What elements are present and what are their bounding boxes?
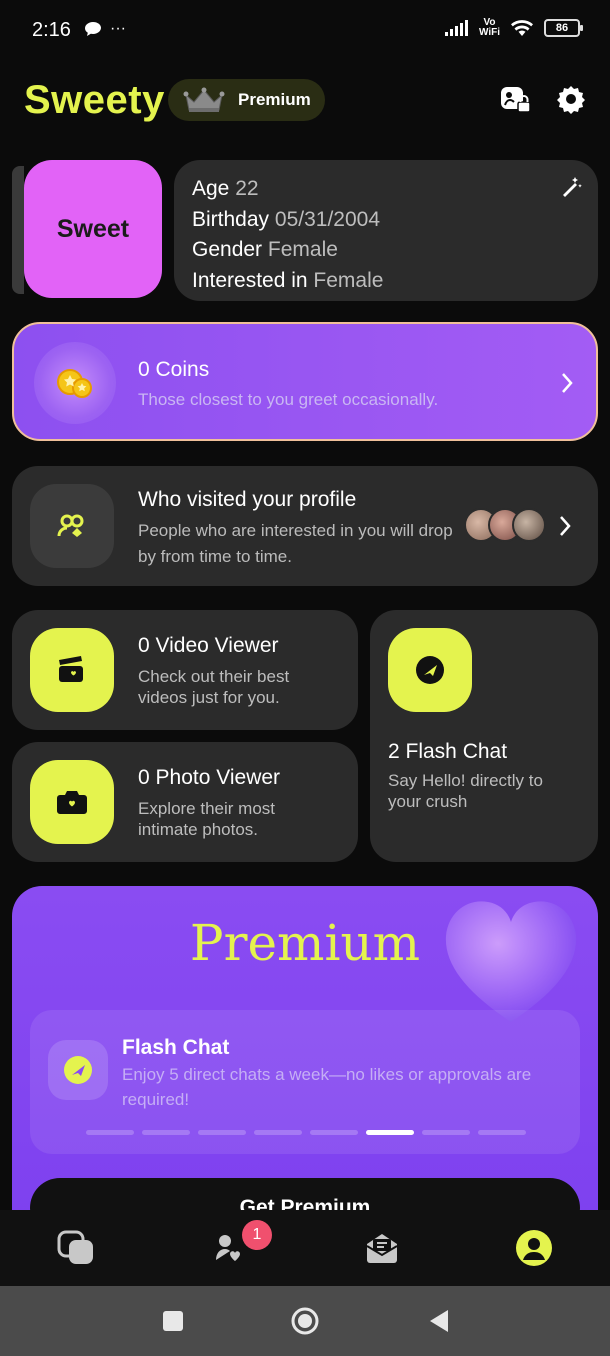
back-button[interactable]: [424, 1306, 454, 1336]
feature-title: Flash Chat: [122, 1036, 230, 1059]
magic-edit-icon[interactable]: [560, 176, 582, 198]
photo-viewer-title: 0 Photo Viewer: [138, 766, 281, 789]
likes-badge: 1: [242, 1220, 272, 1250]
tab-discover[interactable]: [56, 1228, 96, 1268]
app-title: Sweety: [24, 78, 165, 122]
profile-user-icon: [516, 1230, 552, 1266]
age-row: Age 22: [192, 177, 259, 200]
back-triangle-icon: [430, 1310, 448, 1332]
crown-icon: [183, 87, 225, 112]
carousel-dot[interactable]: [254, 1130, 302, 1135]
premium-label: Premium: [238, 90, 311, 109]
camera-icon: [30, 760, 114, 844]
coins-subtitle: Those closest to you greet occasionally.: [138, 390, 439, 409]
visitors-subtitle: People who are interested in you will dr…: [138, 521, 453, 566]
wifi-icon: [511, 20, 533, 36]
tab-messages[interactable]: [362, 1228, 402, 1268]
carousel-dot[interactable]: [86, 1130, 134, 1135]
premium-banner[interactable]: Premium Flash Chat Enjoy 5 direct chats …: [12, 886, 598, 1216]
birthday-row: Birthday 05/31/2004: [192, 207, 380, 231]
carousel-dot[interactable]: [198, 1130, 246, 1135]
visitors-icon: [30, 484, 114, 568]
signal-icon: [444, 20, 468, 36]
carousel-dot[interactable]: [478, 1130, 526, 1135]
flash-chat-feature-icon: [48, 1040, 108, 1100]
chevron-right-icon: [562, 373, 573, 393]
carousel-dot[interactable]: [310, 1130, 358, 1135]
feature-subtitle: Enjoy 5 direct chats a week—no likes or …: [122, 1065, 532, 1109]
premium-feature-carousel[interactable]: Flash Chat Enjoy 5 direct chats a week—n…: [30, 1010, 580, 1154]
visitor-avatars: [464, 508, 554, 544]
vowifi-icon: Vo WiFi: [478, 17, 500, 38]
flash-chat-subtitle: Say Hello! directly to your crush: [388, 771, 543, 811]
interested-row: Interested in Female: [192, 268, 384, 292]
coins-card[interactable]: 0 Coins Those closest to you greet occas…: [12, 322, 598, 441]
video-viewer-subtitle: Check out their best videos just for you…: [138, 667, 290, 707]
photo-viewer-subtitle: Explore their most intimate photos.: [138, 799, 275, 839]
coins-icon: [34, 342, 116, 424]
recent-apps-button[interactable]: [158, 1306, 188, 1336]
tab-profile[interactable]: [514, 1228, 554, 1268]
visitor-avatar: [512, 508, 546, 542]
premium-heading: Premium: [189, 914, 421, 972]
app-header: Sweety Premium: [0, 70, 610, 134]
privacy-lock-icon[interactable]: [498, 82, 532, 116]
avatar-stack-edge: [12, 166, 24, 294]
profile-info-card[interactable]: Age 22 Birthday 05/31/2004 Gender Female…: [174, 160, 598, 301]
video-viewer-tile[interactable]: 0 Video Viewer Check out their best vide…: [12, 610, 358, 730]
photo-viewer-tile[interactable]: 0 Photo Viewer Explore their most intima…: [12, 742, 358, 862]
avatar-text: Sweet: [56, 214, 130, 243]
flash-chat-icon: [388, 628, 472, 712]
carousel-dot[interactable]: [366, 1130, 414, 1135]
carousel-indicator: [86, 1130, 526, 1135]
more-notifications-icon: ···: [110, 20, 126, 37]
bottom-nav: 1: [0, 1210, 610, 1286]
settings-gear-icon[interactable]: [554, 82, 588, 116]
carousel-dot[interactable]: [142, 1130, 190, 1135]
visitors-title: Who visited your profile: [138, 488, 357, 511]
video-clapper-icon: [30, 628, 114, 712]
status-bar: 2:16 ··· Vo WiFi 86: [0, 0, 610, 60]
envelope-icon: [366, 1234, 398, 1263]
gender-row: Gender Female: [192, 238, 338, 261]
battery-icon: 86: [544, 19, 583, 37]
status-time: 2:16: [32, 19, 71, 41]
home-button[interactable]: [290, 1306, 320, 1336]
flash-chat-title: 2 Flash Chat: [388, 740, 508, 763]
chat-bubble-icon: [85, 22, 101, 36]
premium-button[interactable]: Premium: [168, 79, 325, 121]
profile-avatar[interactable]: Sweet: [24, 160, 162, 298]
chevron-right-icon: [560, 516, 571, 536]
square-icon: [163, 1311, 183, 1331]
home-circle-icon: [291, 1307, 319, 1335]
cards-stack-icon: [57, 1230, 93, 1264]
flash-chat-tile[interactable]: 2 Flash Chat Say Hello! directly to your…: [370, 610, 598, 862]
profile-visitors-card[interactable]: Who visited your profile People who are …: [12, 466, 598, 586]
system-navigation-bar: [0, 1286, 610, 1356]
carousel-dot[interactable]: [422, 1130, 470, 1135]
coins-title: 0 Coins: [138, 358, 210, 381]
video-viewer-title: 0 Video Viewer: [138, 634, 279, 657]
